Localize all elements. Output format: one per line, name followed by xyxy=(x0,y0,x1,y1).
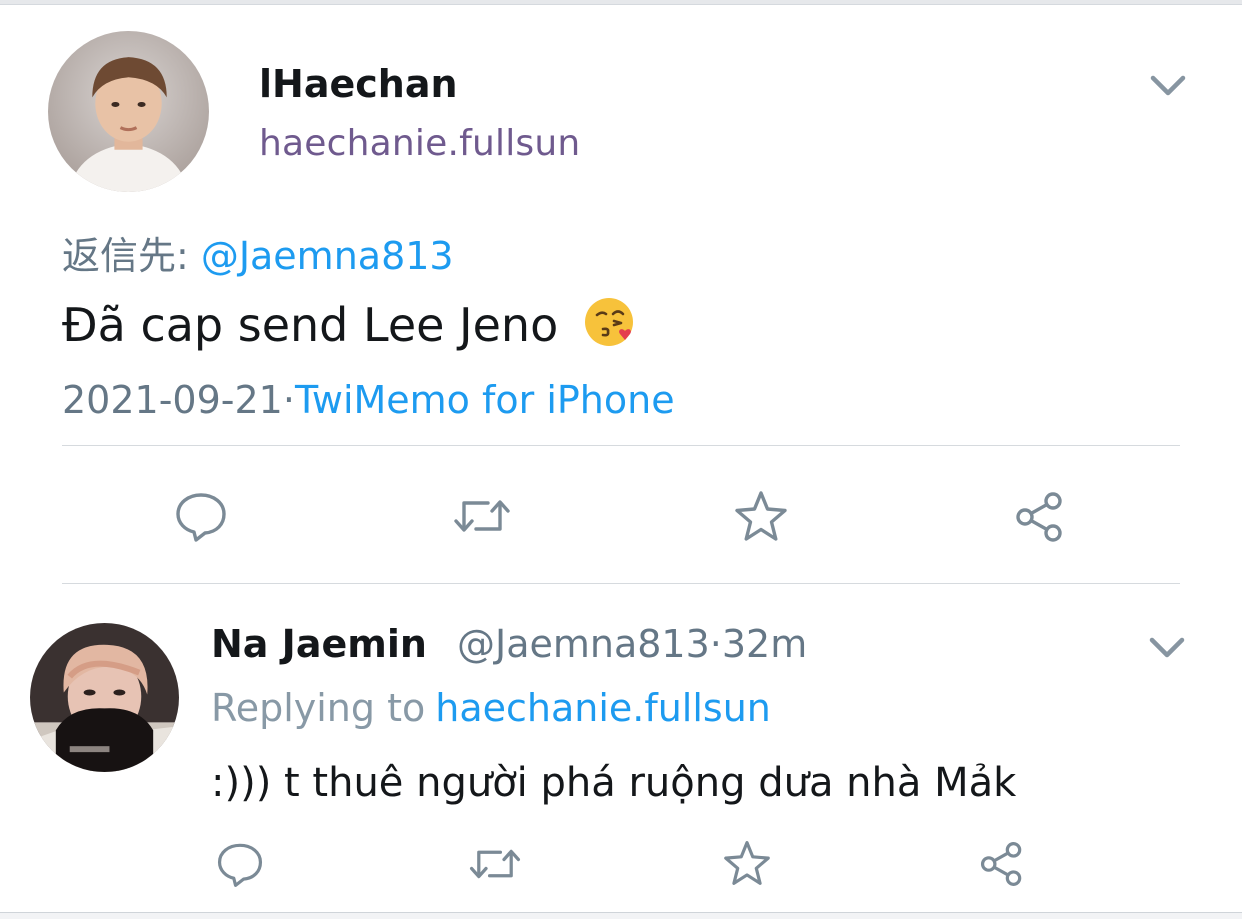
reply-prefix-label: 返信先: xyxy=(62,234,189,278)
reply-author-handle[interactable]: @Jaemna813 xyxy=(457,622,710,666)
divider xyxy=(62,445,1180,446)
reply-icon[interactable] xyxy=(174,489,228,543)
replying-prefix-label: Replying to xyxy=(211,686,426,730)
star-icon[interactable] xyxy=(734,490,788,542)
retweet-icon[interactable] xyxy=(468,843,522,885)
author-handle[interactable]: haechanie.fullsun xyxy=(259,123,580,164)
divider xyxy=(62,583,1180,584)
star-icon[interactable] xyxy=(723,840,771,886)
reply-author-name[interactable]: Na Jaemin xyxy=(211,622,427,666)
reply-icon[interactable] xyxy=(216,840,264,888)
reply-text: :))) t thuê người phá ruộng dưa nhà Mảk xyxy=(211,760,1017,806)
chevron-down-icon[interactable] xyxy=(1147,632,1187,664)
user-avatar-photo-icon xyxy=(30,623,179,772)
share-icon[interactable] xyxy=(979,841,1025,887)
tweet-date: 2021-09-21 xyxy=(62,378,283,422)
bottom-separator xyxy=(0,912,1242,919)
tweet-text: Đã cap send Lee Jeno xyxy=(62,298,559,352)
author-avatar[interactable] xyxy=(48,31,209,192)
reply-author-avatar[interactable] xyxy=(30,623,179,772)
reply-context: 返信先: @Jaemna813 xyxy=(62,225,454,280)
top-separator xyxy=(0,0,1242,5)
chevron-down-icon[interactable] xyxy=(1148,70,1188,102)
face-blowing-a-kiss-icon xyxy=(583,295,637,349)
replying-context: Replying to haechanie.fullsun xyxy=(211,686,771,730)
reply-time: ·32m xyxy=(709,622,808,666)
share-icon[interactable] xyxy=(1014,491,1066,543)
user-avatar-photo-icon xyxy=(48,31,209,192)
reply-to-link[interactable]: @Jaemna813 xyxy=(201,234,454,278)
tweet-meta: 2021-09-21·TwiMemo for iPhone xyxy=(62,378,675,422)
replying-target-link[interactable]: haechanie.fullsun xyxy=(435,686,771,730)
meta-separator: · xyxy=(282,378,295,422)
tweet-source-link[interactable]: TwiMemo for iPhone xyxy=(295,378,675,422)
reply-author-meta: @Jaemna813·32m xyxy=(457,622,807,666)
author-display-name[interactable]: lHaechan xyxy=(259,62,458,106)
retweet-icon[interactable] xyxy=(452,493,512,539)
tweet-body: Đã cap send Lee Jeno xyxy=(62,295,637,352)
